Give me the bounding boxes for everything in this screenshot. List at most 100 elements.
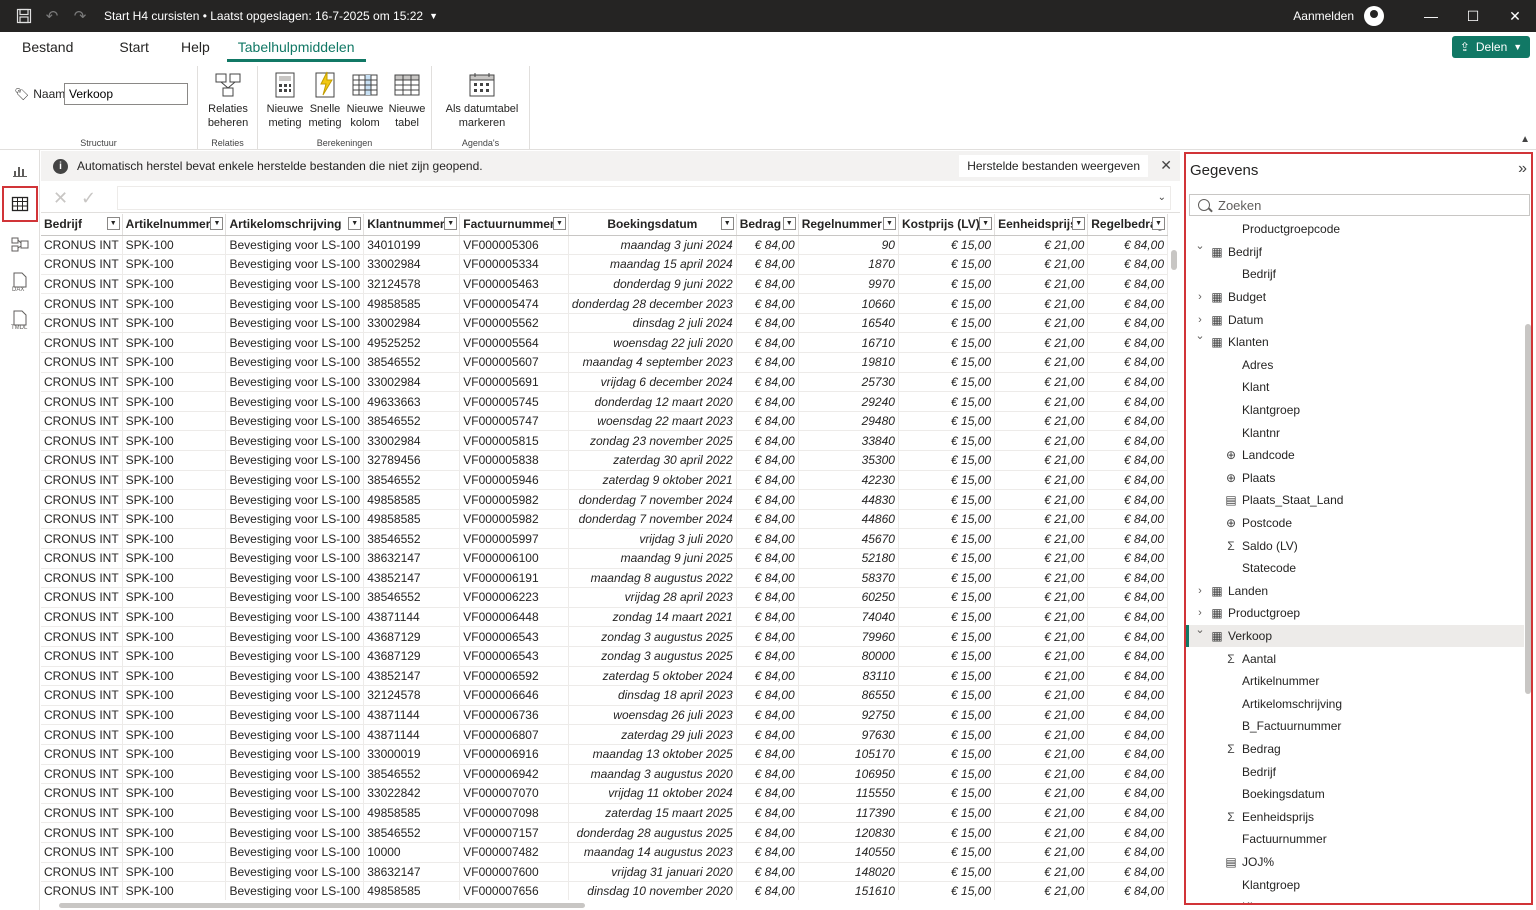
table-node[interactable]: › ▦ Productgroep xyxy=(1186,602,1524,625)
table-cell[interactable]: VF000005691 xyxy=(459,372,569,393)
table-row[interactable]: CRONUS INT SPK-100 Bevestiging voor LS-100… xyxy=(41,862,1168,883)
table-cell[interactable]: € 84,00 xyxy=(1087,744,1168,765)
table-cell[interactable]: Bevestiging voor LS-100 xyxy=(225,489,365,510)
table-cell[interactable]: € 15,00 xyxy=(898,568,996,589)
table-cell[interactable]: € 84,00 xyxy=(736,685,799,706)
table-cell[interactable]: maandag 4 september 2023 xyxy=(568,352,737,373)
table-cell[interactable]: € 15,00 xyxy=(898,274,996,295)
table-cell[interactable]: 49858585 xyxy=(363,881,461,900)
table-row[interactable]: CRONUS INT SPK-100 Bevestiging voor LS-100… xyxy=(41,783,1168,804)
table-cell[interactable]: € 21,00 xyxy=(994,254,1089,275)
table-cell[interactable]: Bevestiging voor LS-100 xyxy=(225,666,365,687)
table-cell[interactable]: € 21,00 xyxy=(994,744,1089,765)
chevron-down-icon[interactable]: ⌄ xyxy=(1194,623,1206,636)
table-row[interactable]: CRONUS INT SPK-100 Bevestiging voor LS-100… xyxy=(41,803,1168,824)
table-cell[interactable]: SPK-100 xyxy=(122,666,227,687)
table-cell[interactable]: € 84,00 xyxy=(1087,822,1168,843)
table-row[interactable]: CRONUS INT SPK-100 Bevestiging voor LS-100… xyxy=(41,489,1168,510)
table-row[interactable]: CRONUS INT SPK-100 Bevestiging voor LS-100… xyxy=(41,744,1168,765)
field-node[interactable]: Artikelomschrijving xyxy=(1186,692,1524,715)
table-cell[interactable]: VF000007656 xyxy=(459,881,569,900)
table-cell[interactable]: Bevestiging voor LS-100 xyxy=(225,822,365,843)
table-node[interactable]: ⌄ ▦ Bedrijf xyxy=(1186,240,1524,264)
table-cell[interactable]: € 21,00 xyxy=(994,764,1089,785)
table-cell[interactable]: 29480 xyxy=(798,411,899,432)
table-cell[interactable]: € 84,00 xyxy=(1087,626,1168,647)
table-cell[interactable]: € 84,00 xyxy=(736,411,799,432)
table-cell[interactable]: Bevestiging voor LS-100 xyxy=(225,724,365,745)
tab-tabelhulpmiddelen[interactable]: Tabelhulpmiddelen xyxy=(226,32,366,62)
table-cell[interactable]: € 84,00 xyxy=(736,744,799,765)
table-cell[interactable]: CRONUS INT xyxy=(41,862,123,883)
table-node[interactable]: ⌄ ▦ Verkoop xyxy=(1186,623,1524,648)
window-title[interactable]: Start H4 cursisten • Laatst opgeslagen: … xyxy=(104,9,423,23)
table-cell[interactable]: € 15,00 xyxy=(898,391,996,412)
table-cell[interactable]: 79960 xyxy=(798,626,899,647)
table-cell[interactable]: € 15,00 xyxy=(898,313,996,334)
maximize-icon[interactable]: ☐ xyxy=(1452,0,1494,32)
column-header[interactable]: Regelbedrag ▼ xyxy=(1087,214,1168,236)
table-cell[interactable]: 97630 xyxy=(798,724,899,745)
table-cell[interactable]: € 21,00 xyxy=(994,489,1089,510)
table-cell[interactable]: VF000005747 xyxy=(459,411,569,432)
formula-input[interactable] xyxy=(117,186,1171,210)
field-node[interactable]: Klantgroep xyxy=(1186,399,1524,422)
filter-dropdown-icon[interactable]: ▼ xyxy=(348,217,362,230)
table-cell[interactable]: CRONUS INT xyxy=(41,724,123,745)
table-cell[interactable]: Bevestiging voor LS-100 xyxy=(225,470,365,491)
table-cell[interactable]: SPK-100 xyxy=(122,509,227,530)
table-cell[interactable]: CRONUS INT xyxy=(41,313,123,334)
table-cell[interactable]: 49858585 xyxy=(363,489,461,510)
table-cell[interactable]: 45670 xyxy=(798,528,899,549)
table-cell[interactable]: Bevestiging voor LS-100 xyxy=(225,568,365,589)
table-cell[interactable]: Bevestiging voor LS-100 xyxy=(225,450,365,471)
table-row[interactable]: CRONUS INT SPK-100 Bevestiging voor LS-100… xyxy=(41,705,1168,726)
table-cell[interactable]: 25730 xyxy=(798,372,899,393)
table-cell[interactable]: Bevestiging voor LS-100 xyxy=(225,862,365,883)
table-cell[interactable]: 105170 xyxy=(798,744,899,765)
table-cell[interactable]: Bevestiging voor LS-100 xyxy=(225,430,365,452)
table-cell[interactable]: € 84,00 xyxy=(736,313,799,334)
table-cell[interactable]: zondag 23 november 2025 xyxy=(568,430,737,452)
table-cell[interactable]: 38632147 xyxy=(363,548,461,569)
table-cell[interactable]: CRONUS INT xyxy=(41,822,123,843)
table-row[interactable]: CRONUS INT SPK-100 Bevestiging voor LS-100… xyxy=(41,313,1168,334)
table-cell[interactable]: € 15,00 xyxy=(898,372,996,393)
table-cell[interactable]: 32124578 xyxy=(363,274,461,295)
table-cell[interactable]: € 84,00 xyxy=(736,509,799,530)
table-cell[interactable]: € 84,00 xyxy=(1087,470,1168,491)
sign-in-link[interactable]: Aanmelden xyxy=(1293,9,1354,23)
table-cell[interactable]: SPK-100 xyxy=(122,332,227,354)
table-cell[interactable]: 52180 xyxy=(798,548,899,569)
table-cell[interactable]: woensdag 22 juli 2020 xyxy=(568,332,737,354)
tmdl-view-icon[interactable]: TMDL xyxy=(2,302,38,338)
table-cell[interactable]: € 21,00 xyxy=(994,450,1089,471)
field-node[interactable]: Adres xyxy=(1186,354,1524,377)
table-cell[interactable]: VF000005982 xyxy=(459,509,569,530)
report-view-icon[interactable] xyxy=(2,152,38,188)
table-cell[interactable]: 120830 xyxy=(798,822,899,843)
field-node[interactable]: ▤ JOJ% xyxy=(1186,851,1524,874)
minimize-icon[interactable]: — xyxy=(1410,0,1452,32)
table-cell[interactable]: SPK-100 xyxy=(122,391,227,412)
table-cell[interactable]: VF000005997 xyxy=(459,528,569,549)
table-cell[interactable]: 9970 xyxy=(798,274,899,295)
table-cell[interactable]: Bevestiging voor LS-100 xyxy=(225,528,365,549)
table-cell[interactable]: SPK-100 xyxy=(122,862,227,883)
table-cell[interactable]: 38546552 xyxy=(363,822,461,843)
table-node[interactable]: › ▦ Budget xyxy=(1186,286,1524,309)
table-cell[interactable]: € 84,00 xyxy=(736,724,799,745)
table-cell[interactable]: 38546552 xyxy=(363,764,461,785)
table-row[interactable]: CRONUS INT SPK-100 Bevestiging voor LS-100… xyxy=(41,607,1168,628)
table-cell[interactable]: VF000005607 xyxy=(459,352,569,373)
table-cell[interactable]: 38546552 xyxy=(363,352,461,373)
table-cell[interactable]: € 21,00 xyxy=(994,332,1089,354)
table-cell[interactable]: VF000005564 xyxy=(459,332,569,354)
table-cell[interactable]: € 15,00 xyxy=(898,685,996,706)
table-cell[interactable]: € 84,00 xyxy=(1087,783,1168,804)
table-cell[interactable]: € 21,00 xyxy=(994,470,1089,491)
collapse-pane-icon[interactable]: » xyxy=(1518,160,1527,178)
table-cell[interactable]: SPK-100 xyxy=(122,822,227,843)
table-cell[interactable]: € 15,00 xyxy=(898,607,996,628)
table-cell[interactable]: SPK-100 xyxy=(122,744,227,765)
